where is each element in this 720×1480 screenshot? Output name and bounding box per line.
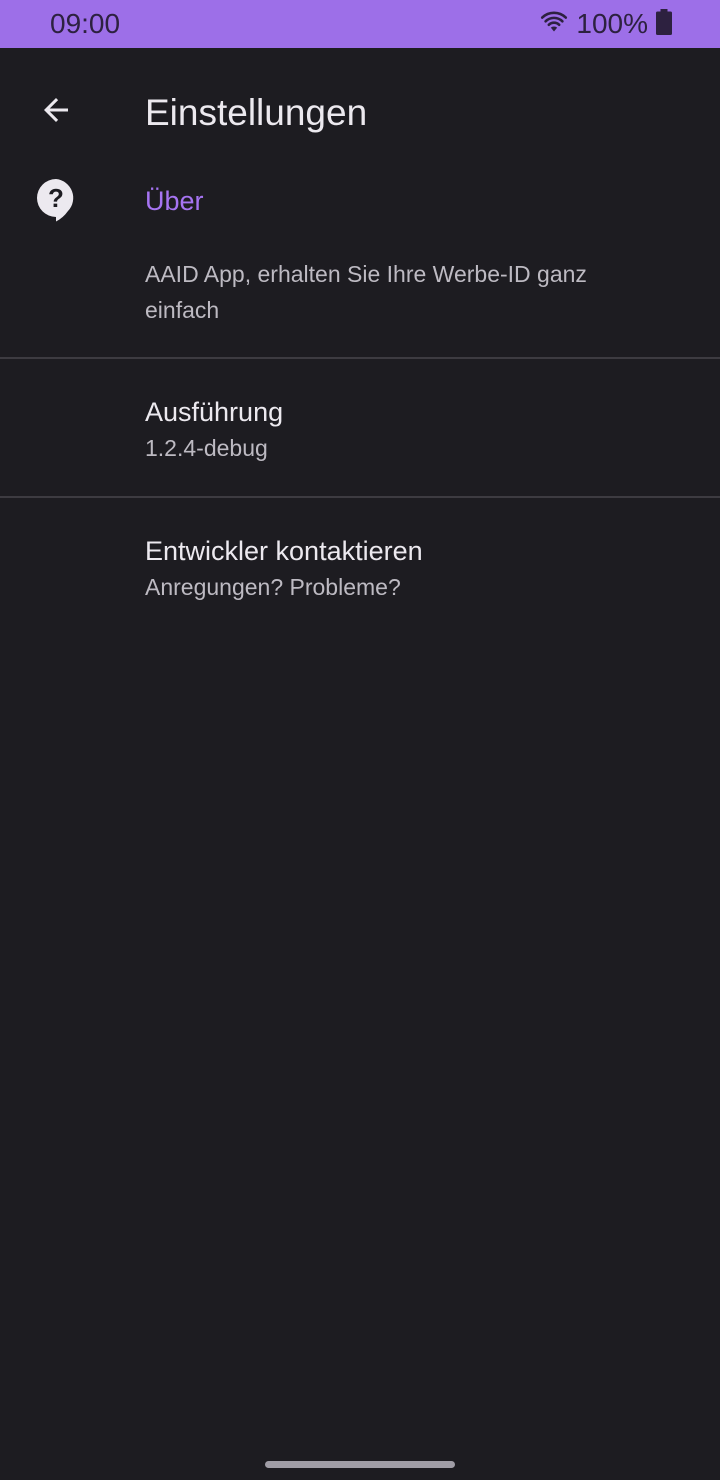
version-value: 1.2.4-debug: [145, 435, 268, 461]
about-category-title: Über: [145, 186, 204, 216]
help-bubble-icon: ?: [35, 178, 77, 222]
status-time: 09:00: [50, 8, 121, 39]
about-summary: AAID App, erhalten Sie Ihre Werbe-ID gan…: [145, 261, 587, 323]
status-icons: 100%: [540, 7, 672, 41]
arrow-back-icon: [38, 92, 74, 133]
status-bar: 09:00 100%: [0, 0, 720, 48]
page-title: Einstellungen: [145, 92, 368, 133]
version-title: Ausführung: [145, 397, 284, 427]
contact-developer-summary: Anregungen? Probleme?: [145, 574, 401, 600]
back-button[interactable]: [28, 84, 84, 140]
about-category: ? Über: [0, 176, 720, 232]
version-item[interactable]: Ausführung 1.2.4-debug: [0, 359, 720, 497]
settings-screen: 09:00 100% Einstellungen ? Über AAID App…: [0, 0, 720, 1480]
svg-text:?: ?: [48, 183, 64, 213]
contact-developer-item[interactable]: Entwickler kontaktieren Anregungen? Prob…: [0, 498, 720, 636]
contact-developer-title: Entwickler kontaktieren: [145, 536, 423, 566]
toolbar: Einstellungen: [0, 48, 720, 176]
navigation-handle[interactable]: [265, 1461, 455, 1468]
battery-percent: 100%: [576, 8, 648, 39]
wifi-icon: [540, 10, 568, 39]
battery-full-icon: [656, 8, 672, 40]
